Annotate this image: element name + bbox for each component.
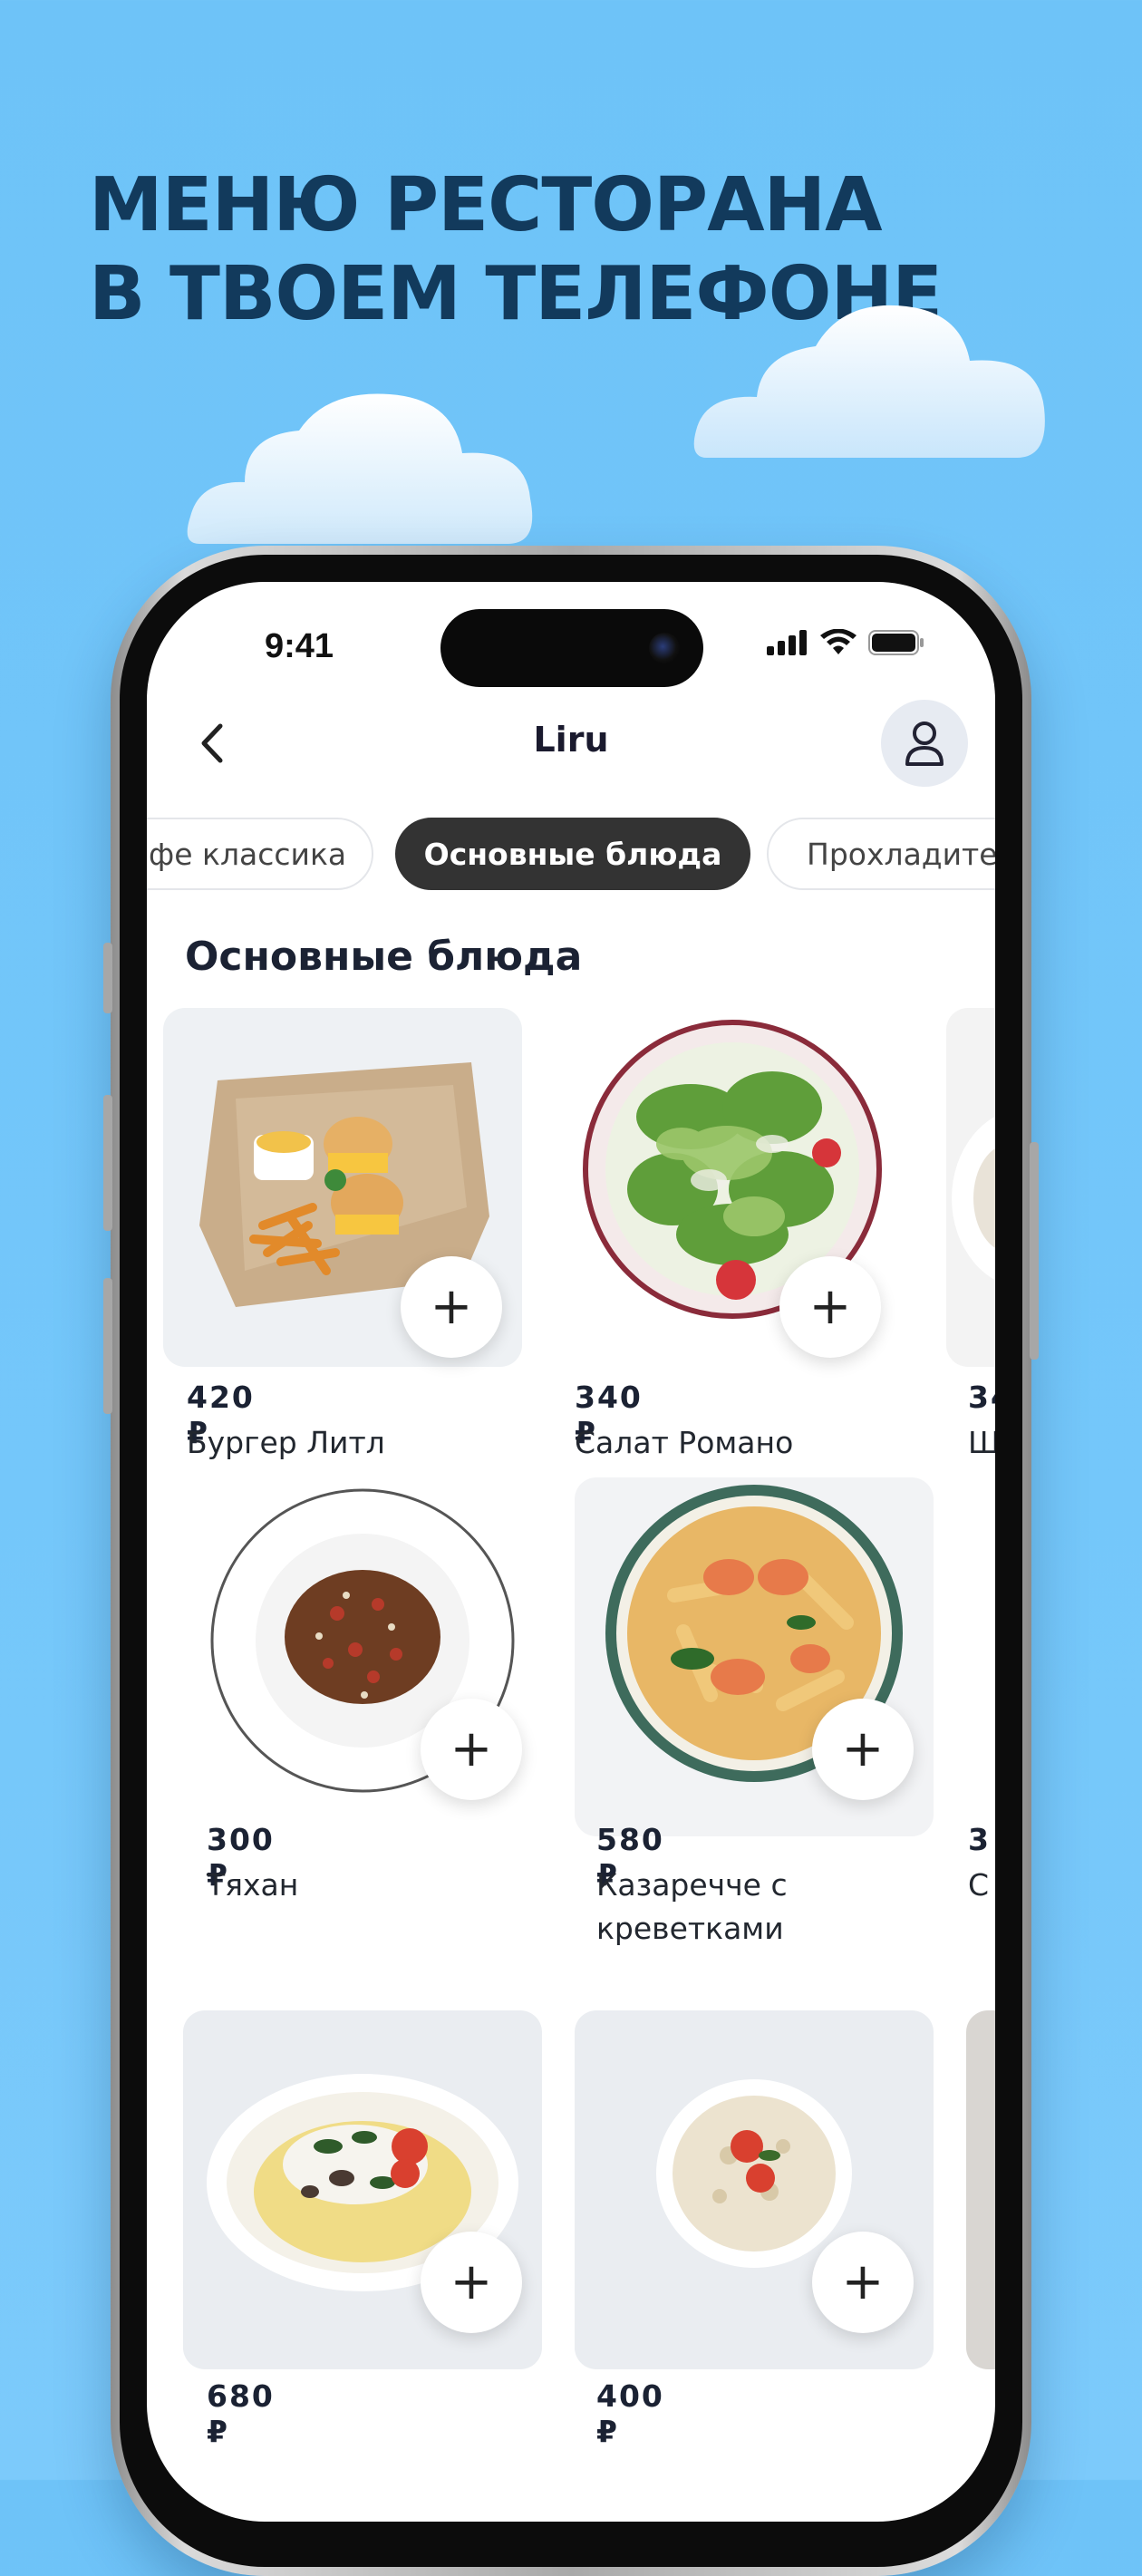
cloud-left-decoration — [187, 393, 533, 544]
dish-price: 34 — [968, 1380, 995, 1415]
phone-volume-up-button — [103, 1095, 112, 1231]
user-icon — [905, 721, 944, 766]
add-to-cart-button[interactable]: + — [779, 1256, 881, 1358]
promo-headline-line1: МЕНЮ РЕСТОРАНА — [89, 162, 883, 248]
cloud-right-decoration — [693, 305, 1045, 458]
section-title: Основные блюда — [185, 934, 583, 980]
battery-icon — [868, 630, 924, 655]
wifi-icon — [820, 629, 856, 654]
dish-price: 680 ₽ — [207, 2378, 275, 2449]
category-tab-main-dishes[interactable]: Основные блюда — [395, 818, 750, 890]
dish-image-partial — [966, 2010, 995, 2369]
dish-price: 400 ₽ — [596, 2378, 664, 2449]
dish-name: Бургер Литл — [187, 1425, 385, 1460]
category-tab-label: Прохладител — [807, 836, 995, 872]
dish-price: 3 — [968, 1822, 991, 1857]
restaurant-title: Liru — [533, 720, 609, 760]
signal-icon — [767, 630, 807, 655]
partial-dish-photo — [952, 1116, 995, 1281]
category-tab-cold-drinks[interactable]: Прохладител — [767, 818, 995, 890]
status-icons — [767, 629, 924, 656]
phone-volume-down-button — [103, 1278, 112, 1414]
front-camera-icon — [649, 633, 680, 663]
dish-name: Тяхан — [207, 1867, 299, 1903]
add-to-cart-button[interactable]: + — [812, 1699, 914, 1800]
dish-name: С — [968, 1867, 990, 1903]
add-to-cart-button[interactable]: + — [401, 1256, 502, 1358]
dish-name: Салат Романо — [575, 1425, 794, 1460]
category-tab-label: Основные блюда — [423, 836, 722, 872]
add-to-cart-button[interactable]: + — [812, 2232, 914, 2333]
category-tab-coffee-classic[interactable]: фе классика — [147, 818, 373, 890]
status-time: 9:41 — [265, 627, 334, 665]
category-tabs: фе классика Основные блюда Прохладител — [147, 818, 995, 894]
phone-action-button — [103, 943, 112, 1013]
dish-name: Казаречче с креветками — [596, 1867, 788, 1946]
profile-button[interactable] — [881, 700, 968, 787]
add-to-cart-button[interactable]: + — [421, 1699, 522, 1800]
dynamic-island — [440, 609, 703, 687]
dish-image-partial — [946, 1008, 995, 1367]
phone-screen: 9:41 Liru фе классика Основные блюда Про… — [147, 582, 995, 2522]
dish-name: Ш — [968, 1425, 995, 1460]
add-to-cart-button[interactable]: + — [421, 2232, 522, 2333]
category-tab-label: фе классика — [149, 836, 347, 872]
phone-power-button — [1030, 1142, 1039, 1360]
